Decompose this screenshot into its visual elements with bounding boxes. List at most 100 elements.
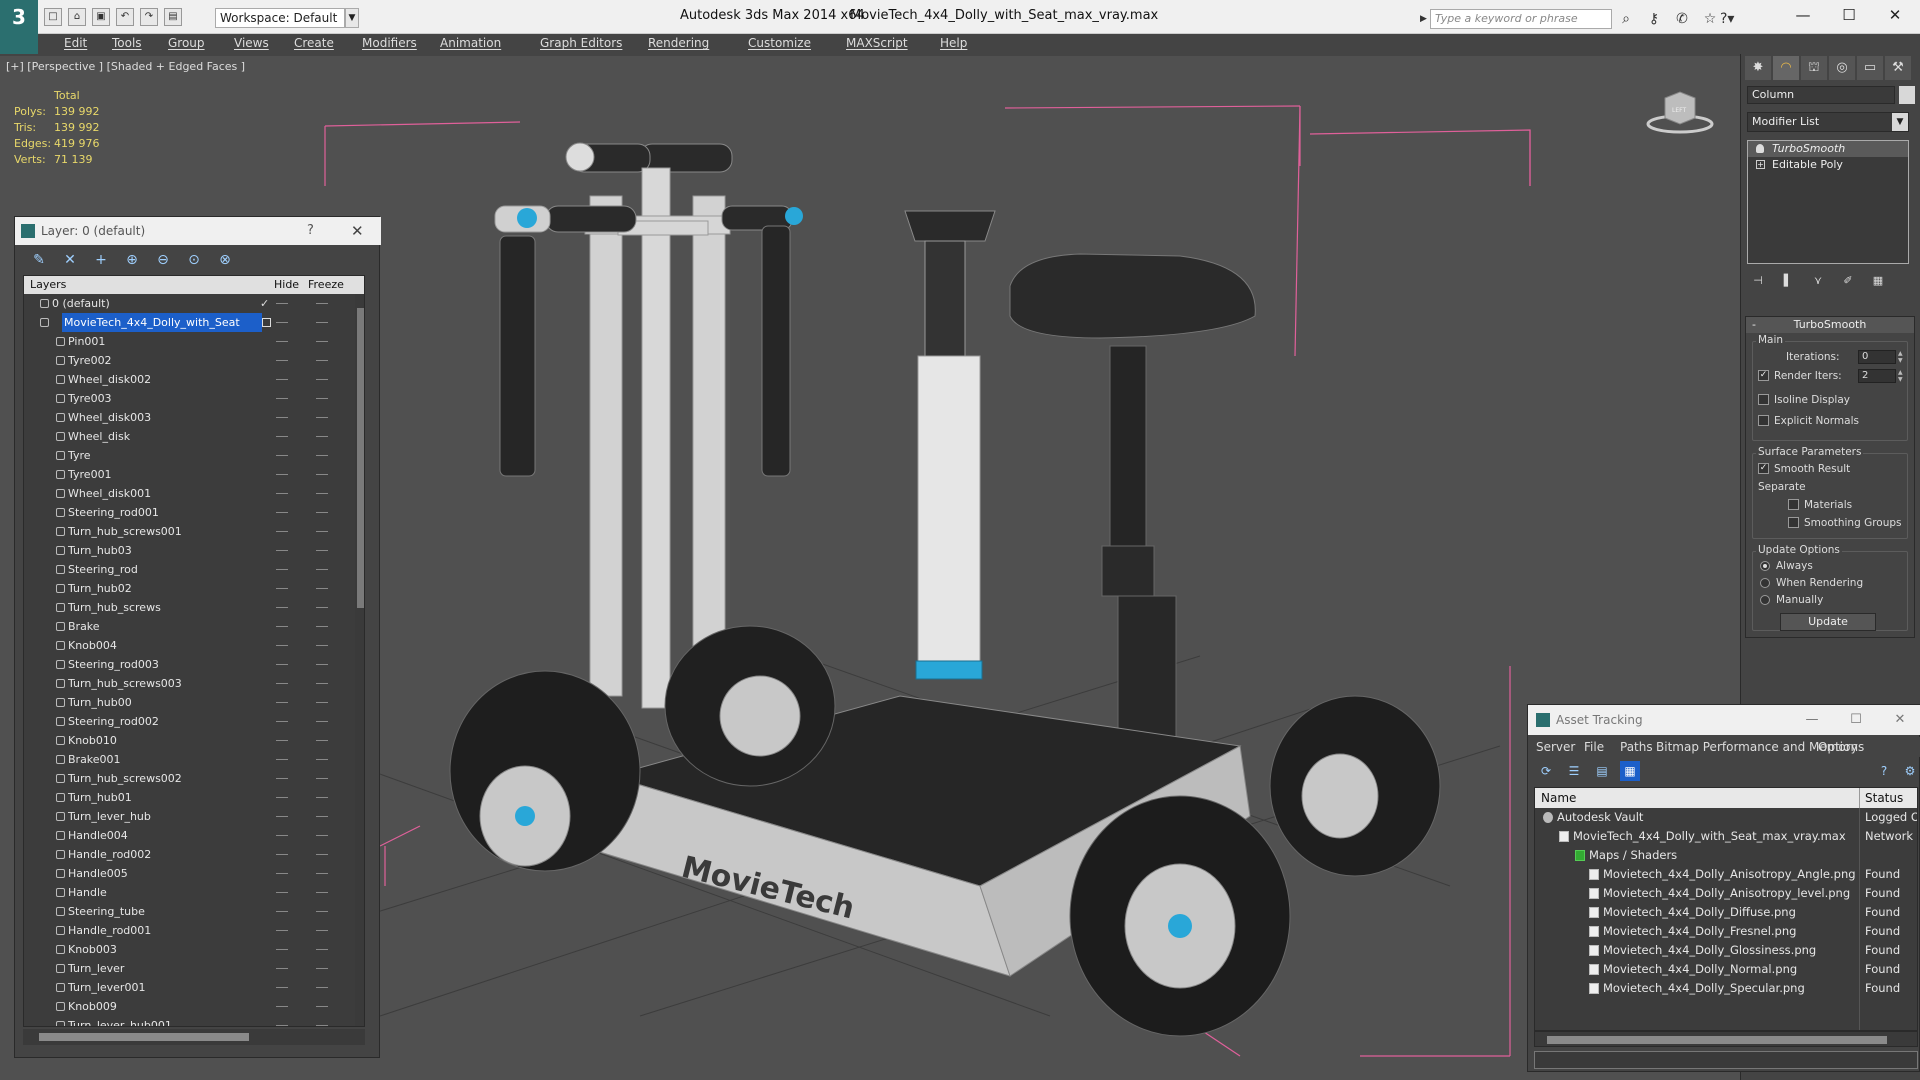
- viewport-label[interactable]: [+] [Perspective ] [Shaded + Edged Faces…: [6, 60, 245, 73]
- hide-toggle[interactable]: [276, 968, 288, 969]
- hide-toggle[interactable]: [276, 398, 288, 399]
- select-objects-icon[interactable]: ⊕: [120, 249, 144, 271]
- layer-row[interactable]: Turn_hub_screws001: [24, 522, 354, 541]
- freeze-toggle[interactable]: [316, 360, 328, 361]
- freeze-toggle[interactable]: [316, 778, 328, 779]
- when-rendering-radio[interactable]: [1760, 578, 1770, 588]
- hide-toggle[interactable]: [276, 683, 288, 684]
- asset-horizontal-scrollbar[interactable]: [1534, 1031, 1918, 1047]
- undo-icon[interactable]: ↶: [116, 8, 134, 26]
- stack-item[interactable]: TurboSmooth: [1748, 141, 1908, 157]
- hide-toggle[interactable]: [276, 322, 288, 323]
- hide-toggle[interactable]: [276, 949, 288, 950]
- object-color-swatch[interactable]: [1899, 86, 1915, 104]
- help-icon[interactable]: ?: [1874, 761, 1894, 781]
- maximize-icon[interactable]: ☐: [1826, 0, 1872, 30]
- layer-dialog-titlebar[interactable]: Layer: 0 (default) ? ✕: [15, 217, 381, 245]
- menu-rendering[interactable]: Rendering: [648, 36, 709, 50]
- iterations-input[interactable]: 0: [1858, 350, 1896, 364]
- asset-menu-file[interactable]: File: [1584, 740, 1604, 754]
- hide-toggle[interactable]: [276, 1025, 288, 1026]
- iterations-spinner[interactable]: ▲ ▼: [1898, 350, 1906, 364]
- layer-row[interactable]: Handle: [24, 883, 354, 902]
- asset-row[interactable]: Movietech_4x4_Dolly_Fresnel.png Found: [1535, 922, 1917, 941]
- search-input[interactable]: Type a keyword or phrase: [1430, 9, 1612, 29]
- explicit-normals-checkbox[interactable]: [1758, 415, 1769, 426]
- asset-row[interactable]: Movietech_4x4_Dolly_Anisotropy_Angle.png…: [1535, 865, 1917, 884]
- layer-row[interactable]: Knob010: [24, 731, 354, 750]
- freeze-toggle[interactable]: [316, 379, 328, 380]
- layer-row[interactable]: 0 (default) ✓: [24, 294, 354, 313]
- menu-create[interactable]: Create: [294, 36, 334, 50]
- display-tab-icon[interactable]: ▭: [1857, 56, 1883, 80]
- table-view-icon[interactable]: ▦: [1620, 761, 1640, 781]
- freeze-toggle[interactable]: [316, 911, 328, 912]
- layer-row[interactable]: Handle004: [24, 826, 354, 845]
- layer-row[interactable]: Wheel_disk003: [24, 408, 354, 427]
- app-logo-icon[interactable]: 3: [0, 0, 38, 34]
- isoline-display-checkbox[interactable]: [1758, 394, 1769, 405]
- freeze-toggle[interactable]: [316, 892, 328, 893]
- layer-row[interactable]: Turn_hub02: [24, 579, 354, 598]
- layer-row[interactable]: Turn_hub03: [24, 541, 354, 560]
- always-radio[interactable]: [1760, 561, 1770, 571]
- layer-row[interactable]: Turn_lever: [24, 959, 354, 978]
- hide-toggle[interactable]: [276, 778, 288, 779]
- asset-row[interactable]: Movietech_4x4_Dolly_Glossiness.png Found: [1535, 941, 1917, 960]
- app-menu-icon[interactable]: [0, 34, 38, 54]
- layer-row[interactable]: Turn_hub00: [24, 693, 354, 712]
- hide-toggle[interactable]: [276, 303, 288, 304]
- freeze-toggle[interactable]: [316, 626, 328, 627]
- star-icon[interactable]: ☆: [1700, 9, 1720, 29]
- hide-toggle[interactable]: [276, 702, 288, 703]
- hide-toggle[interactable]: [276, 379, 288, 380]
- hide-toggle[interactable]: [276, 797, 288, 798]
- asset-row[interactable]: Movietech_4x4_Dolly_Anisotropy_level.png…: [1535, 884, 1917, 903]
- utilities-tab-icon[interactable]: ⚒: [1885, 56, 1911, 80]
- hide-toggle[interactable]: [276, 740, 288, 741]
- hide-toggle[interactable]: [276, 436, 288, 437]
- chevron-down-icon[interactable]: ▼: [345, 8, 359, 28]
- add-to-layer-icon[interactable]: +: [89, 249, 113, 271]
- freeze-toggle[interactable]: [316, 968, 328, 969]
- smoothing-groups-checkbox[interactable]: [1788, 517, 1799, 528]
- hide-toggle[interactable]: [276, 455, 288, 456]
- freeze-toggle[interactable]: [316, 322, 328, 323]
- motion-tab-icon[interactable]: ◎: [1829, 56, 1855, 80]
- workspace-dropdown[interactable]: Workspace: Default: [215, 8, 345, 28]
- asset-menu-paths[interactable]: Paths: [1620, 740, 1653, 754]
- list-view-icon[interactable]: ☰: [1564, 761, 1584, 781]
- hide-toggle[interactable]: [276, 1006, 288, 1007]
- materials-checkbox[interactable]: [1788, 499, 1799, 510]
- hide-toggle[interactable]: [276, 892, 288, 893]
- col-name[interactable]: Name: [1541, 791, 1576, 805]
- menu-graph-editors[interactable]: Graph Editors: [540, 36, 622, 50]
- layer-row[interactable]: Turn_lever001: [24, 978, 354, 997]
- scroll-thumb[interactable]: [39, 1033, 249, 1041]
- freeze-toggle[interactable]: [316, 740, 328, 741]
- key-icon[interactable]: ⚷: [1644, 9, 1664, 29]
- freeze-toggle[interactable]: [316, 455, 328, 456]
- set-current-layer-box[interactable]: [262, 318, 271, 327]
- modify-tab-icon[interactable]: ◠: [1773, 56, 1799, 80]
- layer-row[interactable]: Turn_hub_screws003: [24, 674, 354, 693]
- highlight-icon[interactable]: ⊖: [151, 249, 175, 271]
- asset-menu-server[interactable]: Server: [1536, 740, 1575, 754]
- freeze-toggle[interactable]: [316, 854, 328, 855]
- menu-animation[interactable]: Animation: [440, 36, 501, 50]
- communication-icon[interactable]: ✆: [1672, 9, 1692, 29]
- scroll-thumb[interactable]: [357, 308, 364, 608]
- hide-all-icon[interactable]: ⊙: [182, 249, 206, 271]
- layer-row[interactable]: Wheel_disk002: [24, 370, 354, 389]
- layer-row[interactable]: Steering_rod: [24, 560, 354, 579]
- freeze-toggle[interactable]: [316, 797, 328, 798]
- menu-maxscript[interactable]: MAXScript: [846, 36, 908, 50]
- asset-row[interactable]: Movietech_4x4_Dolly_Normal.png Found: [1535, 960, 1917, 979]
- lightbulb-icon[interactable]: [1756, 144, 1764, 153]
- remove-modifier-icon[interactable]: ✐: [1839, 272, 1857, 290]
- close-icon[interactable]: ✕: [1878, 705, 1920, 735]
- redo-icon[interactable]: ↷: [140, 8, 158, 26]
- help-icon[interactable]: ?▾: [1720, 9, 1748, 29]
- col-status[interactable]: Status: [1865, 791, 1903, 805]
- hide-toggle[interactable]: [276, 512, 288, 513]
